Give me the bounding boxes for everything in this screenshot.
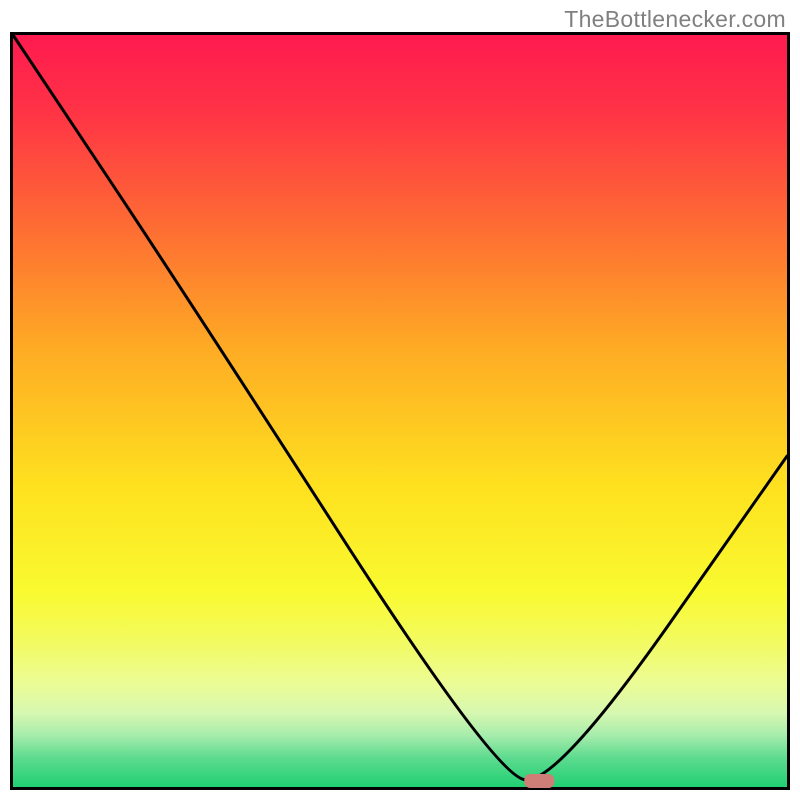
chart-svg — [10, 32, 790, 790]
gradient-background — [12, 34, 788, 788]
chart-frame — [10, 32, 790, 790]
watermark-text: TheBottlenecker.com — [564, 6, 786, 33]
optimal-marker — [524, 774, 554, 788]
